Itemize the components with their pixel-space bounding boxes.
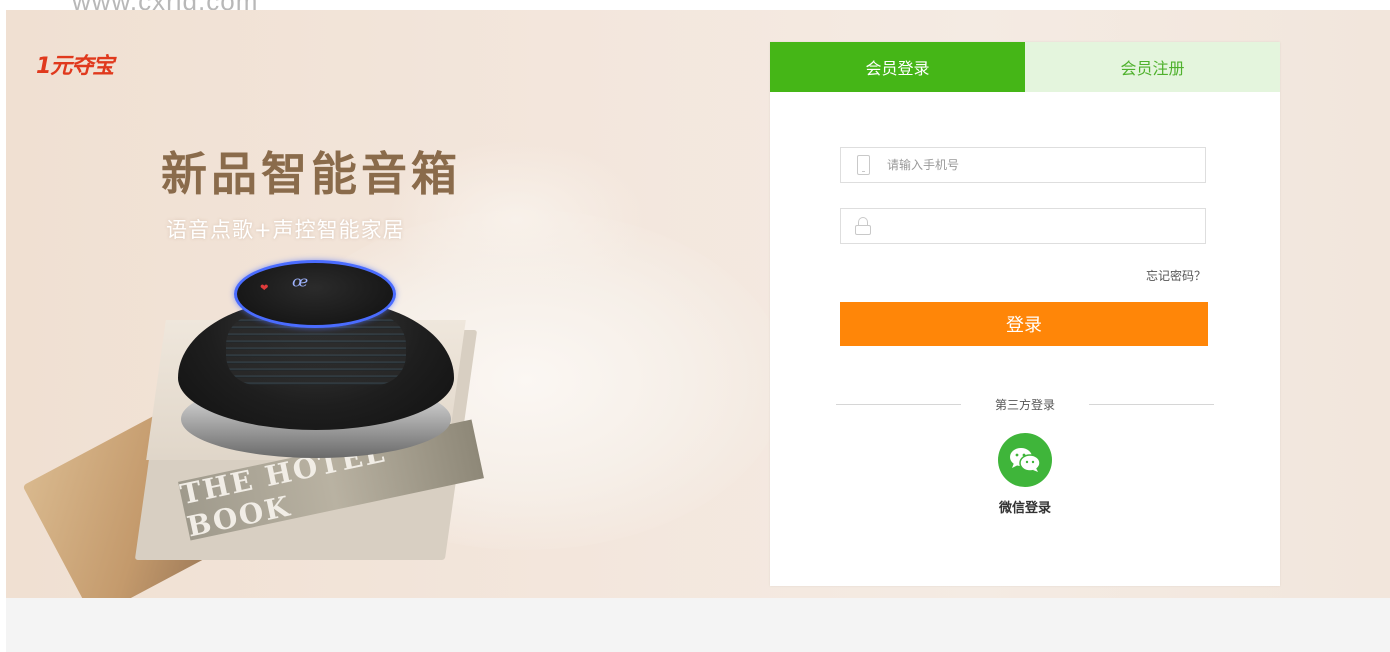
login-panel: 会员登录 会员注册 忘记密码？ 登录 第三方登录: [770, 42, 1280, 586]
promo-headline: 新品智能音箱: [161, 147, 461, 201]
wechat-icon[interactable]: [998, 433, 1052, 487]
wechat-login-button[interactable]: 微信登录: [997, 433, 1053, 523]
forgot-password-link[interactable]: 忘记密码？: [1146, 267, 1206, 284]
wechat-login-label[interactable]: 微信登录: [999, 497, 1051, 516]
phone-icon: [841, 155, 885, 175]
lock-icon: [841, 217, 885, 235]
login-tabs: 会员登录 会员注册: [770, 42, 1280, 92]
footer-band: [6, 598, 1390, 652]
hero-banner: THE HOTEL BOOK ❤ ꟹ 1元夺宝 新品智能音箱 语音点歌+声控智能…: [6, 10, 1390, 598]
speaker-top: [234, 260, 396, 328]
divider-line-left: [836, 403, 961, 405]
third-party-label: 第三方登录: [995, 397, 1056, 412]
divider-line-right: [1089, 403, 1215, 405]
heart-icon: ❤: [260, 283, 269, 294]
tab-member-login[interactable]: 会员登录: [770, 42, 1025, 92]
promo-subhead: 语音点歌+声控智能家居: [166, 218, 405, 242]
password-field: [840, 208, 1206, 244]
phone-field: [840, 147, 1206, 183]
page: www.cxrid.com THE HOTEL BOOK ❤ ꟹ 1元夺宝 新品…: [0, 0, 1390, 652]
site-logo[interactable]: 1元夺宝: [36, 48, 114, 80]
password-input[interactable]: [885, 210, 1205, 242]
third-party-divider: 第三方登录: [836, 394, 1215, 414]
speaker-logo-icon: ꟹ: [292, 272, 309, 302]
tab-member-register[interactable]: 会员注册: [1025, 42, 1280, 92]
product-photo: THE HOTEL BOOK ❤ ꟹ: [6, 10, 786, 598]
phone-input[interactable]: [885, 149, 1205, 181]
login-button[interactable]: 登录: [840, 302, 1208, 346]
